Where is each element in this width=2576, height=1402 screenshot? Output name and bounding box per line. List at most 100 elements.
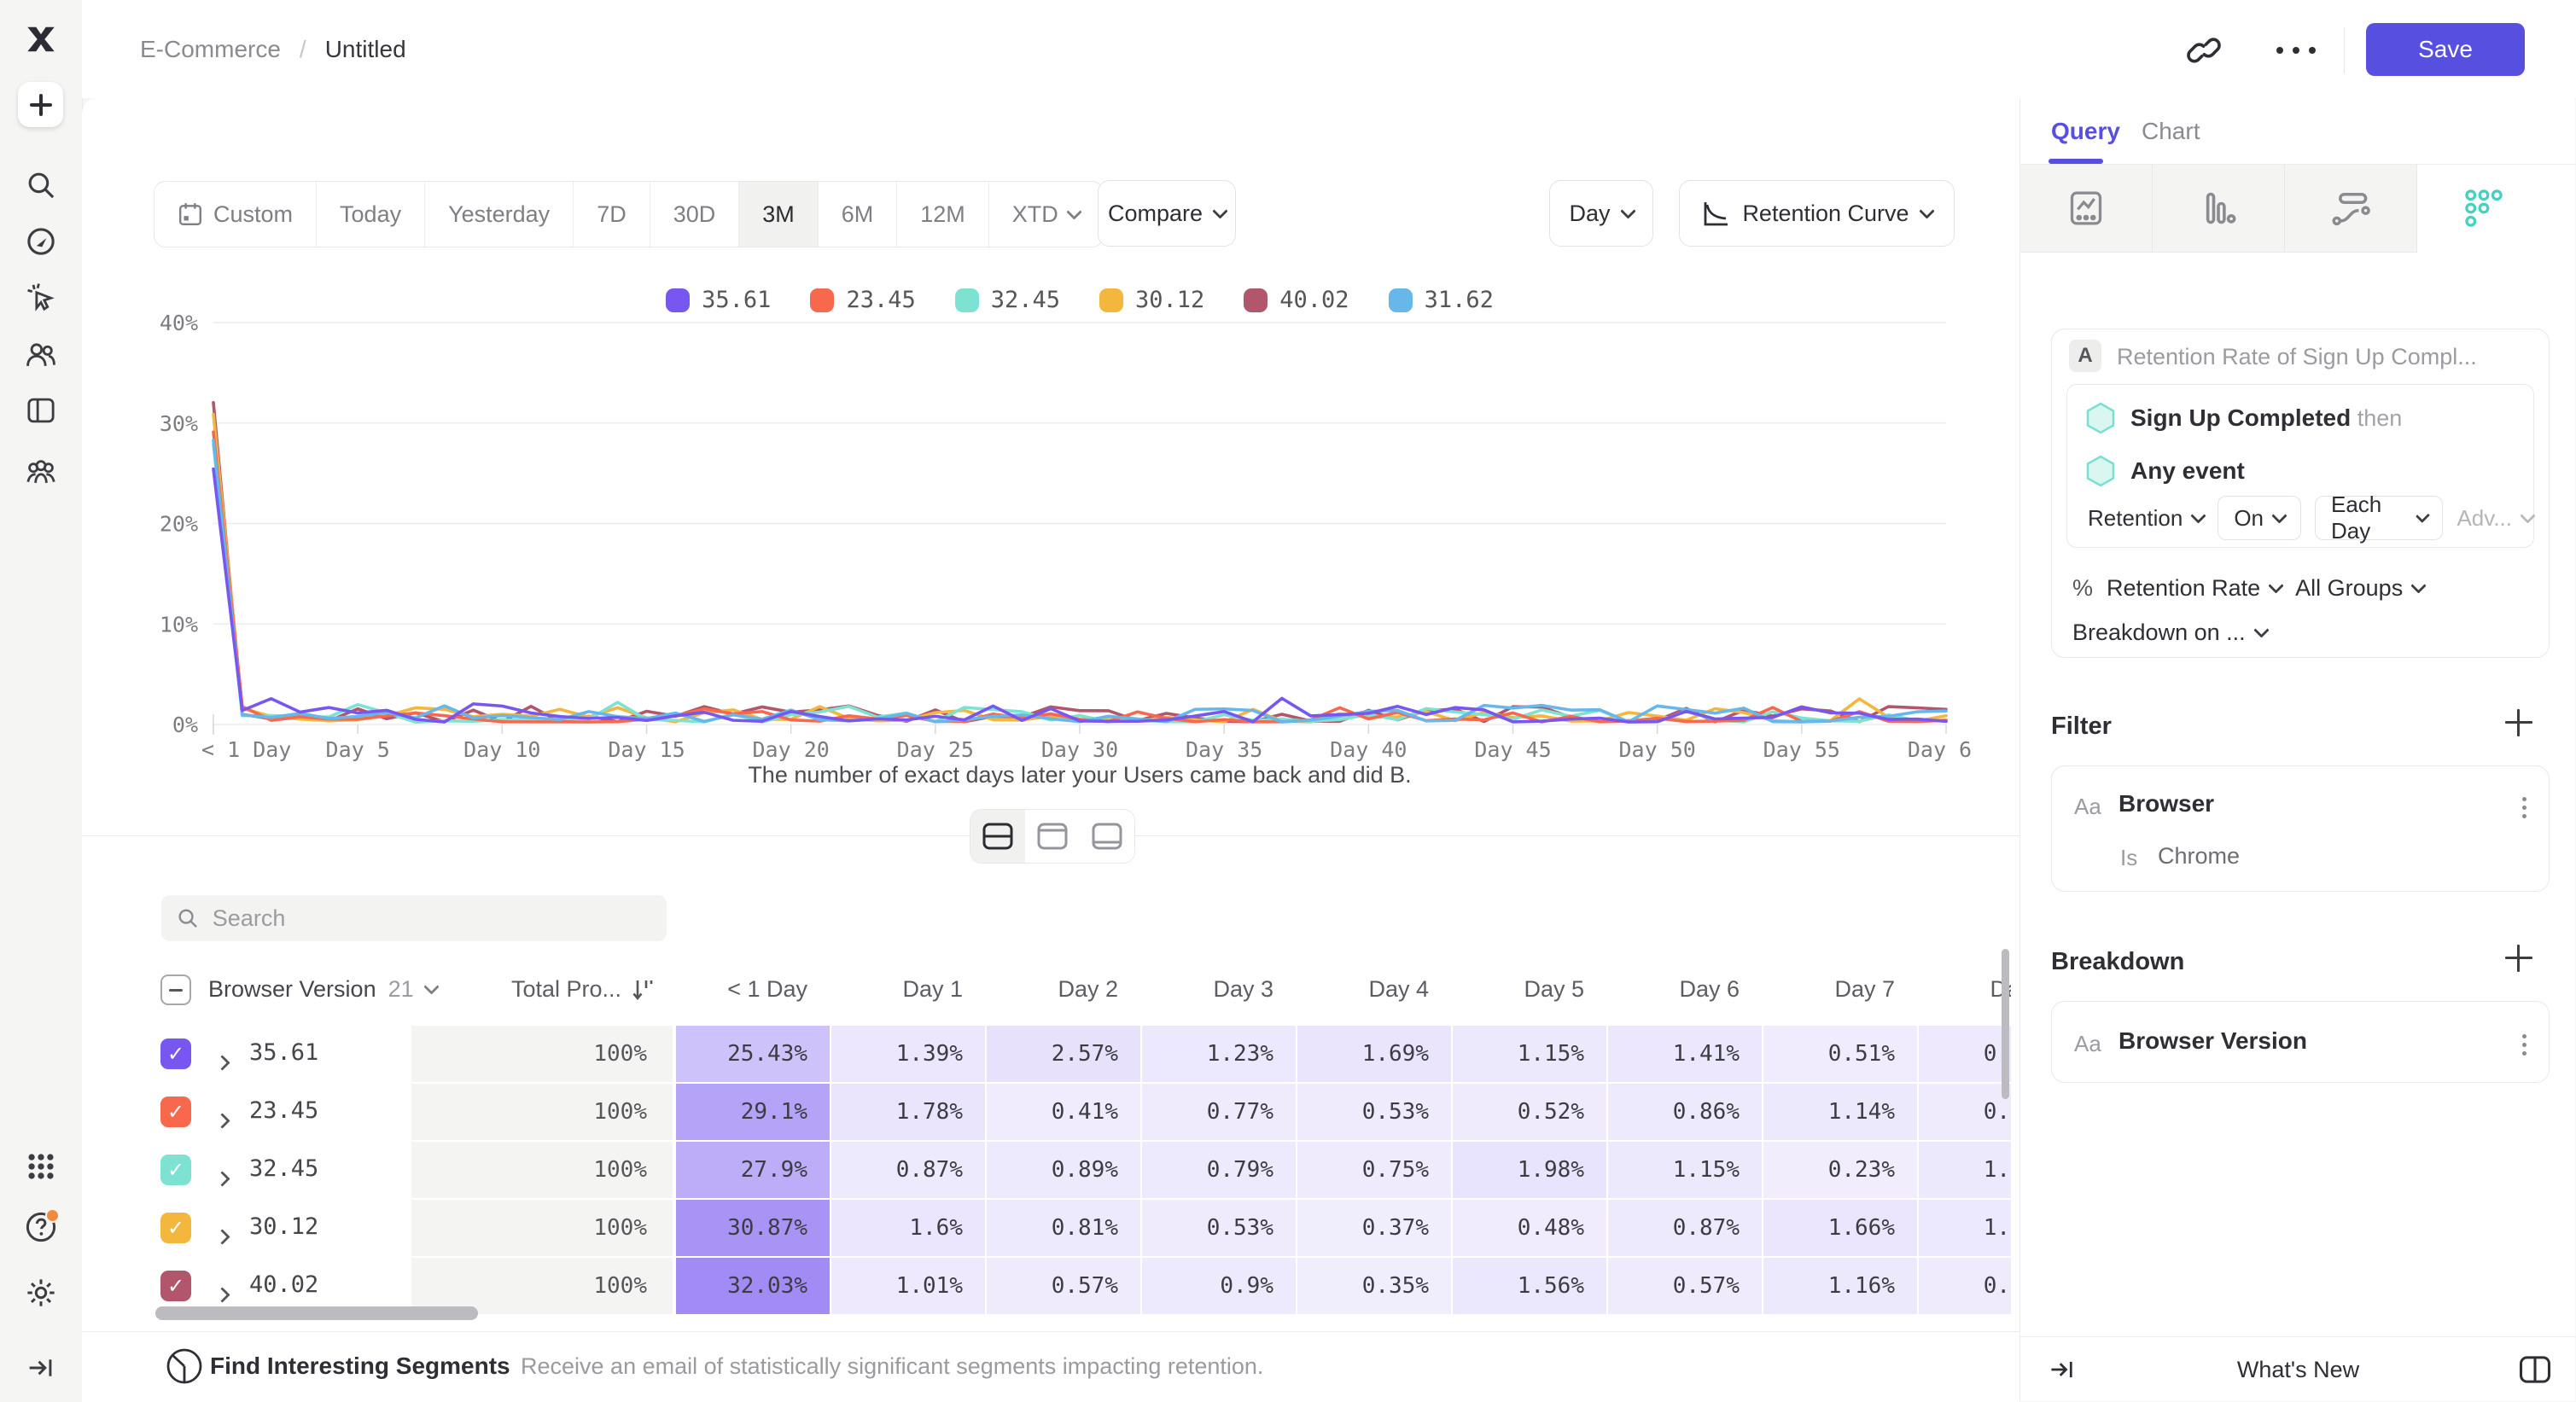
filter-property[interactable]: Browser [2118,790,2214,817]
day-cell[interactable]: 0.57% [987,1258,1140,1314]
day-cell[interactable]: 1.56% [1453,1258,1606,1314]
help-icon[interactable] [24,1210,58,1244]
row-expand-icon[interactable] [217,1280,228,1306]
series-line-32.45[interactable] [213,444,1946,722]
cohorts-icon[interactable] [24,454,58,488]
apps-grid-icon[interactable] [24,1149,58,1184]
first-day-cell[interactable]: 30.87% [676,1200,830,1256]
groups-dropdown[interactable]: All Groups [2295,575,2424,602]
measure-dropdown[interactable]: Retention Rate [2107,575,2282,602]
series-line-23.45[interactable] [213,432,1946,722]
query-title[interactable]: Retention Rate of Sign Up Compl... [2117,344,2477,370]
first-day-cell[interactable]: 29.1% [676,1084,830,1140]
day-cell[interactable]: 1.98% [1453,1142,1606,1198]
day-cell[interactable]: 0.9% [1142,1258,1296,1314]
range-7d[interactable]: 7D [573,182,650,247]
range-today[interactable]: Today [316,182,424,247]
row-checkbox[interactable]: ✓ [160,1213,191,1243]
day-cell[interactable]: 0.77% [1919,1258,2011,1314]
share-link-icon[interactable] [2186,32,2222,68]
breakdown-table[interactable]: Browser Version21Total Pro...< 1 DayDay … [154,963,2011,1333]
series-line-35.61[interactable] [213,469,1946,722]
day-cell[interactable]: 1.66% [1763,1200,1917,1256]
select-all-checkbox[interactable] [160,974,191,1005]
range-30d[interactable]: 30D [650,182,739,247]
view-chart-only-button[interactable] [1025,810,1080,863]
segments-title[interactable]: Find Interesting Segments [210,1353,510,1380]
day-cell[interactable]: 0.53% [1297,1084,1451,1140]
row-checkbox[interactable]: ✓ [160,1038,191,1069]
series-line-40.02[interactable] [213,403,1946,722]
tab-chart[interactable]: Chart [2142,98,2200,165]
table-search[interactable] [161,895,667,941]
search-nav-icon[interactable] [24,168,58,202]
filter-value[interactable]: Chrome [2158,843,2240,870]
day-cell[interactable]: 1.78% [831,1084,985,1140]
day-cell[interactable]: 0.48% [1453,1200,1606,1256]
row-checkbox[interactable]: ✓ [160,1271,191,1301]
group-column-header[interactable]: Browser Version21 [208,976,437,1003]
side-by-side-icon[interactable] [2518,1354,2552,1385]
day-cell[interactable]: 0.79% [1142,1142,1296,1198]
filter-card[interactable]: Aa Browser Is Chrome [2051,765,2550,892]
range-xtd[interactable]: XTD [988,182,1103,247]
row-expand-icon[interactable] [217,1164,228,1190]
series-line-31.62[interactable] [213,440,1946,722]
boards-icon[interactable] [24,393,58,428]
save-button[interactable]: Save [2366,23,2525,76]
chart-type-button[interactable]: Retention Curve [1679,180,1955,247]
view-split-button[interactable] [970,810,1025,863]
breadcrumb-parent[interactable]: E-Commerce [140,36,281,63]
retention-type-dropdown[interactable]: Retention [2088,505,2204,532]
users-icon[interactable] [24,338,58,372]
breakdown-property[interactable]: Browser Version [2118,1027,2307,1055]
series-line-30.12[interactable] [213,415,1946,722]
day-cell[interactable]: 1.23% [1142,1026,1296,1082]
row-label[interactable]: 40.02 [249,1271,318,1298]
day-cell[interactable]: 0.51% [1763,1026,1917,1082]
row-checkbox[interactable]: ✓ [160,1155,191,1185]
day-cell[interactable]: 0.89% [987,1142,1140,1198]
add-filter-button[interactable] [2503,707,2534,738]
compass-icon[interactable] [24,224,58,259]
compare-button[interactable]: Compare [1098,180,1236,247]
range-6m[interactable]: 6M [818,182,897,247]
horizontal-scrollbar[interactable] [155,1306,478,1320]
day-cell[interactable]: 1.69% [1297,1026,1451,1082]
day-cell[interactable]: 1.14% [1763,1084,1917,1140]
day-cell[interactable]: 0.77% [1142,1084,1296,1140]
day-cell[interactable]: 0.37% [1297,1200,1451,1256]
day-cell[interactable]: 1.6% [831,1200,985,1256]
row-label[interactable]: 23.45 [249,1097,318,1124]
day-cell[interactable]: 0.68% [1919,1084,2011,1140]
bucket-dropdown[interactable]: Each Day [2315,496,2443,540]
range-3m[interactable]: 3M [738,182,818,247]
day-cell[interactable]: 0.87% [831,1142,985,1198]
report-retention-tab[interactable] [2417,165,2550,253]
day-cell[interactable]: 0.35% [1297,1258,1451,1314]
advanced-dropdown[interactable]: Adv... [2457,505,2533,532]
row-label[interactable]: 35.61 [249,1039,318,1066]
report-flows-tab[interactable] [2285,165,2417,253]
range-12m[interactable]: 12M [896,182,988,247]
day-cell[interactable]: 0.52% [1453,1084,1606,1140]
day-cell[interactable]: 0.53% [1142,1200,1296,1256]
retention-line-chart[interactable]: 40%30%20%10%0%< 1 DayDay 5Day 10Day 15Da… [145,307,1972,798]
day-cell[interactable]: 0.81% [987,1200,1140,1256]
day-cell[interactable]: 0.23% [1763,1142,1917,1198]
filter-menu-icon[interactable] [2522,797,2526,818]
whats-new-link[interactable]: What's New [2020,1337,2576,1402]
add-breakdown-button[interactable] [2503,943,2534,974]
day-cell[interactable]: 1.07% [1919,1142,2011,1198]
search-input[interactable] [211,905,651,933]
granularity-button[interactable]: Day [1549,180,1653,247]
row-expand-icon[interactable] [217,1048,228,1074]
day-cell[interactable]: 1.15% [1608,1142,1762,1198]
total-column-header[interactable]: Total Pro... [411,976,654,1003]
day-cell[interactable]: 0.86% [1608,1084,1762,1140]
collapse-sidebar-icon[interactable] [24,1351,58,1385]
row-label[interactable]: 32.45 [249,1155,318,1182]
day-cell[interactable]: 1.41% [1608,1026,1762,1082]
report-funnels-tab[interactable] [2153,165,2285,253]
row-label[interactable]: 30.12 [249,1213,318,1240]
